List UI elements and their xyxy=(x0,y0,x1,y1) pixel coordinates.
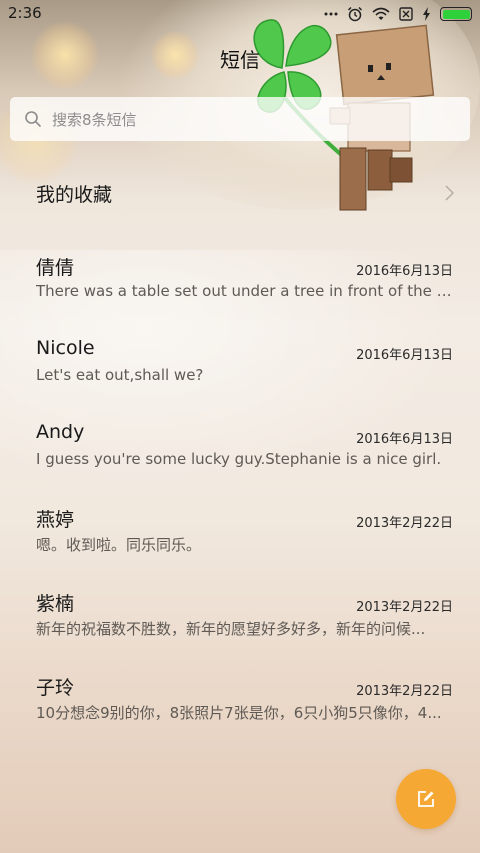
conversation-item[interactable]: 倩倩 2016年6月13日 There was a table set out … xyxy=(0,245,480,329)
contact-name: Nicole xyxy=(36,337,95,359)
message-preview: I guess you're some lucky guy.Stephanie … xyxy=(36,450,442,468)
sim-off-icon xyxy=(399,7,413,21)
status-icons xyxy=(324,5,472,23)
search-icon xyxy=(25,111,41,127)
favorites-item[interactable]: 我的收藏 xyxy=(0,170,480,216)
conversation-item[interactable]: 紫楠 2013年2月22日 新年的祝福数不胜数，新年的愿望好多好多，新年的问候.… xyxy=(0,581,480,665)
charging-bolt-icon xyxy=(423,7,430,21)
page-title: 短信 xyxy=(220,48,260,72)
message-preview: There was a table set out under a tree i… xyxy=(36,282,454,300)
message-preview: 新年的祝福数不胜数，新年的愿望好多好多，新年的问候... xyxy=(36,620,426,638)
conversation-item[interactable]: Andy 2016年6月13日 I guess you're some luck… xyxy=(0,413,480,497)
message-preview: 嗯。收到啦。同乐同乐。 xyxy=(36,536,202,554)
conversation-item[interactable]: 燕婷 2013年2月22日 嗯。收到啦。同乐同乐。 xyxy=(0,497,480,581)
message-date: 2016年6月13日 xyxy=(356,264,453,279)
contact-name: 倩倩 xyxy=(36,257,75,279)
alarm-icon xyxy=(347,6,363,22)
message-date: 2016年6月13日 xyxy=(356,432,453,447)
message-preview: 10分想念9别的你，8张照片7张是你，6只小狗5只像你，4... xyxy=(36,704,442,722)
conversation-item[interactable]: 子玲 2013年2月22日 10分想念9别的你，8张照片7张是你，6只小狗5只像… xyxy=(0,665,480,749)
compose-icon xyxy=(418,791,434,807)
message-date: 2013年2月22日 xyxy=(356,684,453,699)
search-placeholder: 搜索8条短信 xyxy=(52,110,137,129)
message-date: 2013年2月22日 xyxy=(356,600,453,615)
favorites-label: 我的收藏 xyxy=(36,184,113,206)
conversation-item[interactable]: Nicole 2016年6月13日 Let's eat out,shall we… xyxy=(0,329,480,413)
status-time: 2:36 xyxy=(8,4,42,22)
search-input[interactable]: 搜索8条短信 xyxy=(10,97,470,141)
message-date: 2016年6月13日 xyxy=(356,348,453,363)
message-preview: Let's eat out,shall we? xyxy=(36,366,204,384)
battery-fill xyxy=(442,9,470,19)
wifi-icon xyxy=(372,7,390,20)
contact-name: 燕婷 xyxy=(36,509,75,531)
chevron-right-icon xyxy=(445,185,454,201)
signal-dots-icon xyxy=(324,12,338,16)
conversation-list: 倩倩 2016年6月13日 There was a table set out … xyxy=(0,245,480,749)
contact-name: Andy xyxy=(36,421,85,443)
message-date: 2013年2月22日 xyxy=(356,516,453,531)
contact-name: 紫楠 xyxy=(36,593,75,615)
compose-button[interactable] xyxy=(396,769,456,829)
contact-name: 子玲 xyxy=(36,677,75,699)
battery-icon xyxy=(440,7,472,21)
status-bar: 2:36 xyxy=(0,0,480,28)
